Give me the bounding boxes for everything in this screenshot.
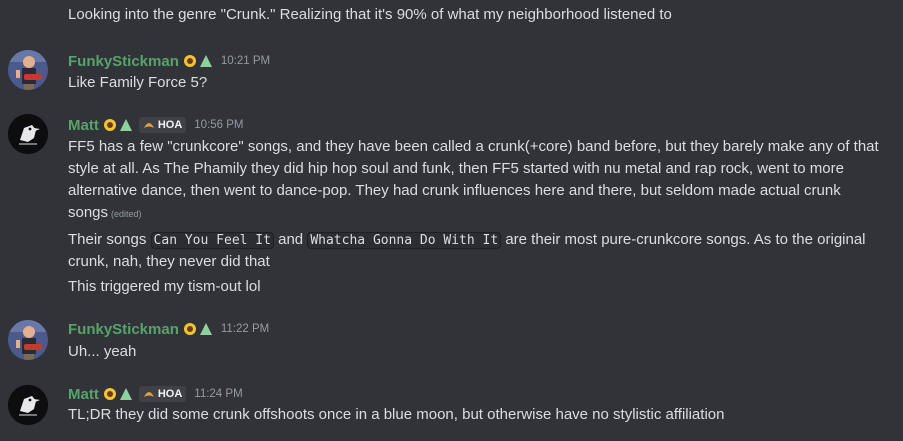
message-text: Like Family Force 5? xyxy=(68,74,208,91)
crow-avatar-icon xyxy=(8,385,48,425)
tree-icon xyxy=(199,55,212,67)
timestamp: 10:21 PM xyxy=(220,55,271,67)
timestamp: 11:22 PM xyxy=(220,323,270,335)
crow-avatar-icon xyxy=(8,114,48,154)
server-tag[interactable]: HOA xyxy=(138,386,187,402)
inline-code: Whatcha Gonna Do With It xyxy=(307,232,502,249)
croissant-icon xyxy=(143,123,154,128)
message-header: Matt HOA 10:56 PM xyxy=(68,114,244,136)
username[interactable]: Matt xyxy=(68,386,99,403)
inline-code: Can You Feel It xyxy=(150,232,274,249)
message-header: FunkyStickman 11:22 PM xyxy=(68,318,269,340)
text-fragment: Their songs xyxy=(68,231,151,248)
message-text: Their songs Can You Feel It and Whatcha … xyxy=(68,229,887,252)
message-text: crunk, nah, they never did that xyxy=(68,253,270,270)
chat-messages: Looking into the genre "Crunk." Realizin… xyxy=(0,0,903,441)
message-text: Uh... yeah xyxy=(68,343,137,360)
text-fragment: and xyxy=(273,231,308,248)
avatar[interactable] xyxy=(8,114,48,154)
role-icons xyxy=(183,54,213,68)
message-text: TL;DR they did some crunk offshoots once… xyxy=(68,406,725,423)
message-text: FF5 has a few "crunkcore" songs, and the… xyxy=(68,136,888,225)
username[interactable]: FunkyStickman xyxy=(68,53,179,70)
sunflower-icon xyxy=(183,55,196,67)
message-text: This triggered my tism-out lol xyxy=(68,278,261,295)
sunflower-icon xyxy=(103,388,116,400)
timestamp: 10:56 PM xyxy=(194,119,244,131)
server-tag-label: HOA xyxy=(157,388,183,400)
avatar[interactable] xyxy=(8,50,48,90)
tree-icon xyxy=(199,323,212,335)
username[interactable]: Matt xyxy=(68,117,99,134)
avatar[interactable] xyxy=(8,320,48,360)
timestamp: 11:24 PM xyxy=(194,388,243,400)
croissant-icon xyxy=(143,392,154,397)
avatar[interactable] xyxy=(8,385,48,425)
server-tag-label: HOA xyxy=(157,119,183,131)
edited-label: (edited) xyxy=(111,209,142,219)
tree-icon xyxy=(119,388,132,400)
role-icons xyxy=(183,322,213,336)
server-tag[interactable]: HOA xyxy=(138,117,187,133)
tree-icon xyxy=(119,119,132,131)
sunflower-icon xyxy=(183,323,196,335)
sunflower-icon xyxy=(103,119,116,131)
message-text: Looking into the genre "Crunk." Realizin… xyxy=(68,6,672,23)
guitarist-avatar xyxy=(8,50,48,90)
message-body: FF5 has a few "crunkcore" songs, and the… xyxy=(68,138,879,221)
role-icons xyxy=(103,387,133,401)
role-icons xyxy=(103,118,133,132)
guitarist-avatar xyxy=(8,320,48,360)
username[interactable]: FunkyStickman xyxy=(68,321,179,338)
text-fragment: are their most pure-crunkcore songs. As … xyxy=(501,231,866,248)
message-header: Matt HOA 11:24 PM xyxy=(68,383,243,405)
message-header: FunkyStickman 10:21 PM xyxy=(68,50,270,72)
